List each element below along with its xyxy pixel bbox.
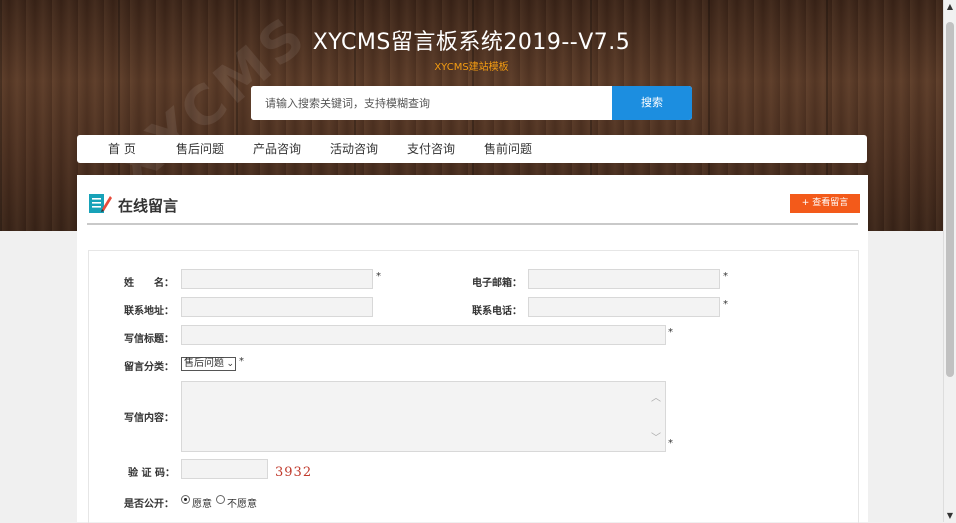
public-no-radio[interactable] [216, 495, 225, 504]
search-button[interactable]: 搜索 [612, 86, 692, 120]
category-label: 留言分类： [124, 362, 174, 373]
content-label: 写信内容： [124, 413, 174, 424]
panel-title: 在线留言 [118, 197, 179, 215]
phone-field[interactable] [528, 297, 720, 317]
subject-label: 写信标题： [124, 334, 174, 345]
required-mark: * [239, 356, 244, 367]
address-label: 联系地址： [124, 306, 174, 317]
public-label: 是否公开： [124, 499, 174, 510]
message-panel: 在线留言 + 查看留言 姓 名： * 电子邮箱： * 联系地址： 联系电话： *… [77, 175, 868, 523]
captcha-image[interactable]: 3932 [275, 465, 312, 480]
name-field[interactable] [181, 269, 373, 289]
scroll-down-arrow-icon[interactable]: ▼ [944, 511, 956, 520]
nav-item-pre-sales[interactable]: 售前问题 [484, 135, 532, 163]
nav-item-activity[interactable]: 活动咨询 [330, 135, 378, 163]
required-mark: * [723, 299, 728, 310]
required-mark: * [376, 271, 381, 282]
content-textarea[interactable]: ︿ ﹀ [181, 381, 666, 452]
category-value: 售后问题 [184, 358, 224, 369]
scroll-up-icon: ︿ [651, 393, 661, 404]
email-label: 电子邮箱： [472, 278, 522, 289]
message-form: 姓 名： * 电子邮箱： * 联系地址： 联系电话： * 写信标题： * 留言分… [88, 250, 859, 523]
phone-label: 联系电话： [472, 306, 522, 317]
subject-field[interactable] [181, 325, 666, 345]
name-label: 姓 名： [124, 278, 174, 289]
captcha-label: 验 证 码： [128, 468, 175, 479]
view-messages-button[interactable]: + 查看留言 [790, 194, 860, 213]
public-yes-label: 愿意 [192, 499, 212, 510]
scroll-up-arrow-icon[interactable]: ▲ [944, 2, 956, 11]
required-mark: * [668, 438, 673, 449]
site-title: XYCMS留言板系统2019--V7.5 [312, 30, 631, 55]
captcha-field[interactable] [181, 459, 268, 479]
nav-item-payment[interactable]: 支付咨询 [407, 135, 455, 163]
nav-item-after-sales[interactable]: 售后问题 [176, 135, 224, 163]
search-bar: 搜索 [251, 86, 692, 120]
address-field[interactable] [181, 297, 373, 317]
public-no-label: 不愿意 [227, 499, 257, 510]
chevron-down-icon: ⌄ [226, 359, 234, 369]
search-input[interactable] [251, 86, 596, 120]
required-mark: * [723, 271, 728, 282]
email-field[interactable] [528, 269, 720, 289]
nav-item-product[interactable]: 产品咨询 [253, 135, 301, 163]
site-subtitle: XYCMS建站模板 [434, 62, 509, 73]
public-yes-radio[interactable] [181, 495, 190, 504]
category-select[interactable]: 售后问题 ⌄ [181, 357, 236, 371]
page-scrollbar[interactable]: ▲ ▼ [943, 0, 956, 522]
nav-item-home[interactable]: 首 页 [108, 135, 136, 163]
main-nav: 首 页 售后问题 产品咨询 活动咨询 支付咨询 售前问题 [77, 135, 867, 163]
required-mark: * [668, 327, 673, 338]
notepad-icon [89, 194, 112, 213]
scroll-down-icon: ﹀ [651, 433, 661, 444]
panel-header: 在线留言 + 查看留言 [87, 190, 860, 225]
scrollbar-thumb[interactable] [946, 22, 954, 377]
